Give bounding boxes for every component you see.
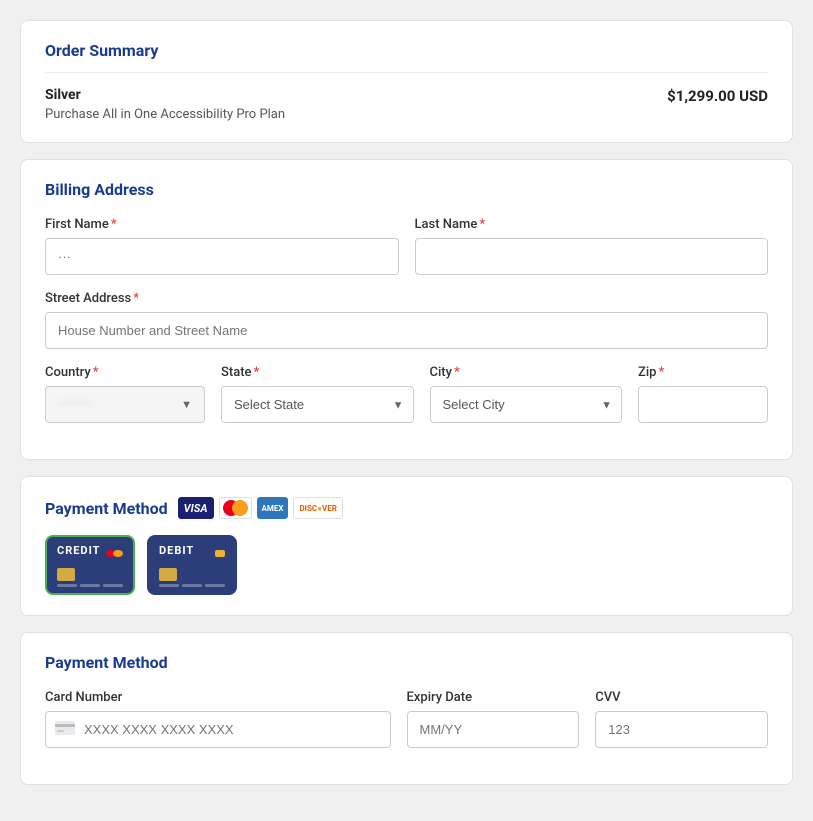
order-plan-desc: Purchase All in One Accessibility Pro Pl… <box>45 107 285 122</box>
name-row: First Name* Last Name* <box>45 217 768 275</box>
card-icons: VISA AMEX DISC●VER <box>178 497 343 519</box>
order-summary-section: Order Summary Silver Purchase All in One… <box>20 20 793 143</box>
zip-label: Zip* <box>638 365 768 380</box>
expiry-label: Expiry Date <box>407 690 580 705</box>
last-name-group: Last Name* <box>415 217 769 275</box>
country-select[interactable]: ·········· ▼ <box>45 386 205 423</box>
billing-address-section: Billing Address First Name* Last Name* <box>20 159 793 460</box>
credit-card-mini <box>106 550 123 557</box>
street-label: Street Address* <box>45 291 768 306</box>
card-form-section: Payment Method Card Number <box>20 632 793 785</box>
street-address-group: Street Address* <box>45 291 768 349</box>
debit-card-mini <box>215 550 225 557</box>
state-select-wrapper: Select State ▼ <box>221 386 414 423</box>
credit-label: CREDIT <box>57 544 100 557</box>
payment-header: Payment Method VISA AMEX DISC●VER <box>45 497 768 519</box>
cvv-label: CVV <box>595 690 768 705</box>
country-group: Country* ·········· ▼ <box>45 365 205 423</box>
cvv-group: CVV <box>595 690 768 748</box>
credit-card-design <box>57 568 123 587</box>
order-summary-title: Order Summary <box>45 41 768 73</box>
visa-icon: VISA <box>178 497 214 519</box>
debit-card-option[interactable]: DEBIT <box>147 535 237 595</box>
debit-label: DEBIT <box>159 544 194 557</box>
cvv-input[interactable] <box>595 711 768 748</box>
state-group: State* Select State ▼ <box>221 365 414 423</box>
card-number-group: Card Number <box>45 690 391 748</box>
first-name-input[interactable] <box>45 238 399 275</box>
required-star-3: * <box>133 291 139 306</box>
credit-card-option[interactable]: CREDIT <box>45 535 135 595</box>
payment-type-section: Payment Method VISA AMEX DISC●VER <box>20 476 793 616</box>
required-star: * <box>111 217 117 232</box>
order-row: Silver Purchase All in One Accessibility… <box>45 87 768 122</box>
state-select[interactable]: Select State <box>221 386 414 423</box>
country-label: Country* <box>45 365 205 380</box>
mc-yellow-circle <box>232 500 248 516</box>
card-number-input[interactable] <box>45 711 391 748</box>
card-fields-row: Card Number Expiry Date <box>45 690 768 748</box>
city-label: City* <box>430 365 623 380</box>
page-container: Order Summary Silver Purchase All in One… <box>20 20 793 801</box>
street-address-input[interactable] <box>45 312 768 349</box>
last-name-input[interactable] <box>415 238 769 275</box>
chevron-down-icon: ▼ <box>181 398 192 411</box>
required-star-4: * <box>93 365 99 380</box>
expiry-input[interactable] <box>407 711 580 748</box>
last-name-label: Last Name* <box>415 217 769 232</box>
order-plan-info: Silver Purchase All in One Accessibility… <box>45 87 285 122</box>
city-group: City* Select City ▼ <box>430 365 623 423</box>
required-star-7: * <box>658 365 664 380</box>
card-form-title: Payment Method <box>45 653 768 672</box>
payment-title: Payment Method <box>45 499 168 518</box>
payment-options: CREDIT <box>45 535 768 595</box>
first-name-label: First Name* <box>45 217 399 232</box>
billing-title: Billing Address <box>45 180 768 199</box>
required-star-5: * <box>254 365 260 380</box>
state-label: State* <box>221 365 414 380</box>
required-star-6: * <box>454 365 460 380</box>
zip-group: Zip* <box>638 365 768 423</box>
city-select-wrapper: Select City ▼ <box>430 386 623 423</box>
card-number-input-wrapper <box>45 711 391 748</box>
card-number-label: Card Number <box>45 690 391 705</box>
country-value: ·········· <box>58 397 92 412</box>
required-star-2: * <box>479 217 485 232</box>
discover-icon: DISC●VER <box>293 497 342 519</box>
mastercard-icon <box>219 497 252 519</box>
expiry-group: Expiry Date <box>407 690 580 748</box>
street-row: Street Address* <box>45 291 768 349</box>
order-price: $1,299.00 USD <box>667 87 768 105</box>
card-number-icon <box>55 721 75 738</box>
amex-icon: AMEX <box>257 497 289 519</box>
city-select[interactable]: Select City <box>430 386 623 423</box>
order-plan-name: Silver <box>45 87 285 103</box>
first-name-group: First Name* <box>45 217 399 275</box>
location-row: Country* ·········· ▼ State* Select Stat… <box>45 365 768 423</box>
zip-input[interactable] <box>638 386 768 423</box>
debit-card-design <box>159 568 225 587</box>
